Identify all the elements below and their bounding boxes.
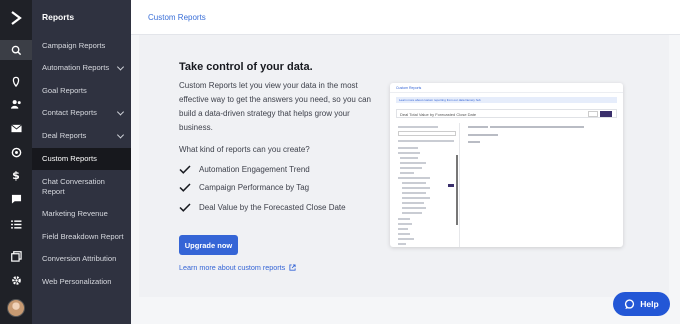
sidebar-item-label: Campaign Reports <box>42 41 106 50</box>
sidebar-item-web-personalization[interactable]: Web Personalization <box>32 275 131 289</box>
mail-icon[interactable] <box>0 118 32 138</box>
chevron-down-icon <box>116 131 125 139</box>
sidebar-item-chat-conversation-report[interactable]: Chat Conversation Report <box>32 175 131 199</box>
top-bar: Custom Reports <box>131 0 680 35</box>
sidebar-item-campaign-reports[interactable]: Campaign Reports <box>32 39 131 53</box>
sidebar-item-label: Automation Reports <box>42 63 110 72</box>
report-preview-image: Custom Reports Learn more about custom r… <box>390 83 623 247</box>
sidebar-item-automation-reports[interactable]: Automation Reports <box>32 61 131 75</box>
automation-icon[interactable] <box>0 142 32 162</box>
help-label: Help <box>640 299 659 309</box>
feature-label: Automation Engagement Trend <box>199 165 310 174</box>
avatar[interactable] <box>7 299 25 317</box>
sidebar-item-label: Custom Reports <box>42 154 97 163</box>
search-icon[interactable] <box>0 40 32 60</box>
sidebar-item-deal-reports[interactable]: Deal Reports <box>32 129 131 143</box>
settings-icon[interactable] <box>0 270 32 290</box>
preview-scrollbar <box>456 155 458 225</box>
chat-bubble-icon <box>625 298 635 309</box>
sidebar-item-label: Goal Reports <box>42 86 87 95</box>
preview-tag <box>448 184 454 187</box>
location-icon[interactable] <box>0 71 32 91</box>
lists-icon[interactable] <box>0 214 32 234</box>
preview-report-title-label: Deal Total Value by Forecasted Close Dat… <box>400 111 477 117</box>
sidebar-item-contact-reports[interactable]: Contact Reports <box>32 106 131 120</box>
reports-sidebar: Reports Campaign Reports Automation Repo… <box>32 0 131 324</box>
feature-label: Campaign Performance by Tag <box>199 183 310 192</box>
help-button[interactable]: Help <box>613 292 670 316</box>
deals-icon[interactable]: $ <box>0 165 32 185</box>
page-description: Custom Reports let you view your data in… <box>179 81 371 132</box>
sidebar-item-marketing-revenue[interactable]: Marketing Revenue <box>32 207 131 221</box>
sidebar-item-conversion-attribution[interactable]: Conversion Attribution <box>32 252 131 266</box>
chevron-down-icon <box>116 108 125 116</box>
sidebar-item-label: Deal Reports <box>42 131 87 140</box>
conversations-icon[interactable] <box>0 189 32 209</box>
preview-button <box>600 111 612 117</box>
feature-item: Automation Engagement Trend <box>179 165 310 174</box>
sidebar-item-label: Field Breakdown Report <box>42 232 124 241</box>
icon-rail: $ <box>0 0 32 324</box>
upgrade-button[interactable]: Upgrade now <box>179 235 238 255</box>
preview-banner-label: Learn more about custom reporting from o… <box>399 98 481 102</box>
preview-header: Custom Reports <box>390 83 623 93</box>
learn-more-label: Learn more about custom reports <box>179 263 286 272</box>
sidebar-item-label: Chat Conversation Report <box>42 177 105 196</box>
sidebar-item-custom-reports[interactable]: Custom Reports <box>32 148 131 170</box>
check-icon <box>179 165 191 174</box>
feature-item: Deal Value by the Forecasted Close Date <box>179 203 346 212</box>
report-types-question: What kind of reports can you create? <box>179 145 310 154</box>
preview-button <box>588 111 598 117</box>
check-icon <box>179 183 191 192</box>
pages-icon[interactable] <box>0 246 32 266</box>
feature-label: Deal Value by the Forecasted Close Date <box>199 203 346 212</box>
preview-header-label: Custom Reports <box>396 86 422 90</box>
upgrade-card: Take control of your data. Custom Report… <box>139 35 669 297</box>
breadcrumb[interactable]: Custom Reports <box>148 13 206 22</box>
external-link-icon <box>289 264 296 271</box>
page-title: Take control of your data. <box>179 61 313 73</box>
sidebar-item-label: Conversion Attribution <box>42 254 117 263</box>
contacts-icon[interactable] <box>0 94 32 114</box>
sidebar-item-label: Web Personalization <box>42 277 112 286</box>
learn-more-link[interactable]: Learn more about custom reports <box>179 263 296 272</box>
preview-banner: Learn more about custom reporting from o… <box>396 97 617 103</box>
sidebar-header: Reports <box>42 12 75 22</box>
sidebar-item-field-breakdown-report[interactable]: Field Breakdown Report <box>32 230 131 244</box>
preview-report-title: Deal Total Value by Forecasted Close Dat… <box>396 109 617 118</box>
check-icon <box>179 203 191 212</box>
logo-icon[interactable] <box>8 10 24 26</box>
sidebar-item-label: Contact Reports <box>42 108 97 117</box>
chevron-down-icon <box>116 63 125 71</box>
sidebar-item-goal-reports[interactable]: Goal Reports <box>32 84 131 98</box>
feature-item: Campaign Performance by Tag <box>179 183 309 192</box>
sidebar-item-label: Marketing Revenue <box>42 209 108 218</box>
